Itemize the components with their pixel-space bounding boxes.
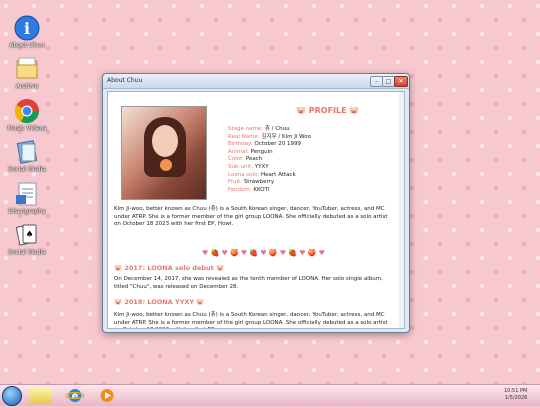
profile-row: Real Name: 김지우 / Kim Ji Woo (228, 134, 311, 142)
profile-row: Loona solo: Heart Attack (228, 172, 311, 180)
section-title: 2017: LOONA solo debut (124, 264, 214, 272)
desktop-icon-label: Social Media (8, 166, 46, 173)
intro-paragraph: Kim Ji-woo, better known as Chuu (츄) is … (114, 206, 388, 228)
profile-value: Heart Attack (261, 171, 296, 178)
profile-row: Stage name: 츄 / Chuu (228, 126, 311, 134)
profile-value: Strawberry (243, 179, 275, 186)
profile-info-list: Stage name: 츄 / Chuu Real Name: 김지우 / Ki… (228, 126, 311, 194)
section-heading-2018: 🐷 2018: LOONA YYXY 🐷 (114, 298, 205, 306)
internet-explorer-icon[interactable]: e (64, 387, 86, 404)
profile-key: Real Name: (228, 133, 260, 140)
media-player-icon[interactable] (96, 387, 118, 404)
folder-icon (16, 57, 38, 79)
profile-value: 츄 / Chuu (264, 126, 290, 132)
profile-value: KKOTI (253, 186, 270, 193)
profile-row: Color: Peach (228, 156, 311, 164)
profile-value: Peach (245, 156, 263, 163)
profile-key: Birthday: (228, 141, 253, 148)
cards-icon: ♠ (15, 224, 37, 246)
profile-key: Sub-unit: (228, 163, 253, 170)
profile-key: Color: (228, 156, 245, 163)
clock-date: 1/5/2026 (504, 395, 528, 401)
minimize-icon: – (375, 78, 378, 85)
clock-time: 10:51 PM (504, 388, 528, 394)
maximize-icon: □ (385, 78, 392, 85)
system-clock[interactable]: 10:51 PM 1/5/2026 (504, 388, 527, 402)
about-chuu-window[interactable]: About Chuu – □ ✕ 🐷 PROFILE 🐷 Stage name:… (102, 73, 410, 333)
pig-icon: 🐷 (349, 106, 360, 115)
chrome-icon (14, 99, 39, 124)
close-icon: ✕ (398, 78, 404, 85)
desktop-icon-label: Music Videos (7, 125, 47, 132)
window-title: About Chuu (107, 77, 143, 84)
notebook-icon (16, 140, 38, 164)
profile-value: YYXY (254, 163, 269, 170)
sticky-notes-icon[interactable] (30, 387, 52, 404)
profile-row: Birthday: October 20 1999 (228, 141, 311, 149)
desktop-icon-label: Social Media (8, 249, 46, 256)
close-button[interactable]: ✕ (394, 76, 408, 87)
section-2017-text: On December 14, 2017, she was revealed a… (114, 276, 383, 290)
profile-key: Loona solo: (228, 171, 260, 178)
desktop-icon-discography[interactable]: Discography (4, 181, 50, 215)
profile-row: Animal: Penguin (228, 149, 311, 157)
window-content[interactable]: 🐷 PROFILE 🐷 Stage name: 츄 / Chuu Real Na… (107, 91, 405, 329)
svg-text:i: i (24, 19, 30, 38)
profile-value: 김지우 / Kim Ji Woo (261, 133, 311, 140)
pig-icon: 🐷 (296, 106, 306, 115)
profile-photo (121, 106, 207, 200)
profile-value: October 20 1999 (254, 141, 302, 148)
pig-icon: 🐷 (196, 298, 205, 306)
profile-row: Fandom: KKOTI (228, 187, 311, 195)
profile-heading: 🐷 PROFILE 🐷 (296, 106, 359, 115)
desktop-icon-music-videos[interactable]: Music Videos (4, 98, 50, 132)
svg-text:♠: ♠ (25, 230, 33, 240)
section-title: 2018: LOONA YYXY (124, 298, 195, 306)
pig-icon: 🐷 (114, 298, 123, 306)
profile-key: Animal: (228, 148, 249, 155)
desktop-icon-social-media-2[interactable]: ♠ Social Media (4, 222, 50, 256)
profile-row: Fruit: Strawberry (228, 179, 311, 187)
section-heading-2017: 🐷 2017: LOONA solo debut 🐷 (114, 264, 224, 272)
profile-value: Penguin (250, 148, 273, 155)
profile-key: Fruit: (228, 179, 243, 186)
windows-start-icon[interactable] (2, 386, 22, 406)
document-icon (16, 182, 37, 206)
profile-row: Sub-unit: YYXY (228, 164, 311, 172)
info-icon: i (14, 15, 40, 41)
desktop-icon-social-media-1[interactable]: Social Media (4, 139, 50, 173)
profile-heading-text: PROFILE (308, 106, 347, 115)
scrollbar[interactable] (399, 92, 404, 328)
emoji-divider: ♥ 🍓 ♥ 🍑 ♥ 🍓 ♥ 🍑 ♥ 🍓 ♥ 🍑 ♥ (202, 249, 325, 257)
desktop-icon-archive[interactable]: Archive (4, 56, 50, 90)
pig-icon: 🐷 (216, 264, 225, 272)
taskbar: e 10:51 PM 1/5/2026 (0, 384, 540, 406)
profile-key: Stage name: (228, 126, 264, 132)
desktop-icon-label: About Chuu (9, 42, 45, 49)
window-titlebar[interactable]: About Chuu – □ ✕ (103, 74, 409, 89)
desktop-icon-label: Discography (8, 208, 46, 215)
desktop-icon-label: Archive (15, 83, 39, 90)
pig-icon: 🐷 (114, 264, 123, 272)
section-2018-text: Kim Ji-woo, better known as Chuu (츄) is … (114, 312, 388, 328)
profile-key: Fandom: (228, 186, 252, 193)
desktop-icon-about-chuu[interactable]: i About Chuu (4, 15, 50, 49)
